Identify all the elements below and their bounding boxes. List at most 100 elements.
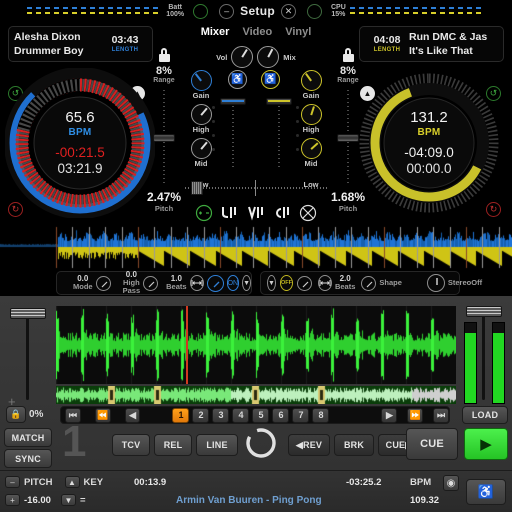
- crossfader-cap[interactable]: [191, 181, 203, 195]
- close-icon: ✕: [284, 5, 293, 16]
- fx-right-off-button[interactable]: OFF: [279, 275, 293, 291]
- chevron-down-icon[interactable]: ▼: [267, 275, 276, 291]
- deck-a-platter[interactable]: 65.6 BPM -00:21.5 03:21.9: [5, 68, 155, 218]
- cue-button[interactable]: CUE: [406, 428, 458, 460]
- fx-left-mode-knob[interactable]: [95, 275, 111, 291]
- deck-a-pitch-fader[interactable]: [150, 90, 178, 186]
- channel-a-gain-knob[interactable]: [190, 70, 212, 91]
- mixer-panel: Mixer Video Vinyl Vol Mix Gain High Mid …: [176, 22, 336, 225]
- jog-wheel-icon[interactable]: [244, 426, 278, 460]
- record-button[interactable]: ◉: [443, 475, 459, 491]
- plus-minus-icon[interactable]: [195, 203, 214, 222]
- fx-right-stereo-label: StereoOff: [447, 278, 483, 288]
- key-up-button[interactable]: ▲: [64, 476, 80, 488]
- cue-button-a[interactable]: ♿: [228, 70, 247, 89]
- monitor-vol-knob[interactable]: [231, 46, 254, 68]
- key-down-button[interactable]: ▼: [60, 494, 76, 506]
- beat-button-1[interactable]: 1: [172, 407, 190, 423]
- beat-button-5[interactable]: 5: [252, 407, 270, 423]
- deck-volume-fader-right-cap[interactable]: [466, 306, 502, 317]
- status-remaining-time: -03:25.2: [346, 477, 382, 488]
- fx-gater-icon[interactable]: [247, 203, 266, 222]
- status-bpm-value: 109.32: [410, 495, 440, 506]
- track-overview-waveform[interactable]: [0, 225, 512, 270]
- cpu-value: 15%: [331, 11, 346, 18]
- channel-a-volume-fader[interactable]: [220, 98, 246, 168]
- headphone-icon: ♿: [477, 484, 495, 499]
- channel-b-mid-knob[interactable]: [300, 138, 322, 159]
- chevron-down-icon[interactable]: ▼: [242, 275, 251, 291]
- step-back-icon[interactable]: ◀: [124, 407, 141, 423]
- rev-button[interactable]: ◀REV: [288, 434, 330, 456]
- channel-b-gain-knob[interactable]: [300, 70, 322, 91]
- pitch-decrease-button[interactable]: –: [5, 476, 20, 488]
- tcv-button[interactable]: TCV: [112, 434, 150, 456]
- deck-pitch-fader-left-cap[interactable]: [10, 308, 46, 319]
- stereo-knob-icon[interactable]: [426, 274, 445, 292]
- beat-button-7[interactable]: 7: [292, 407, 310, 423]
- fx-left-on-button[interactable]: ON: [226, 275, 240, 291]
- step-forward-icon[interactable]: ▶: [381, 407, 398, 423]
- deck-b-pitch-fader-cap[interactable]: [337, 134, 359, 142]
- brk-button[interactable]: BRK: [334, 434, 374, 456]
- fx-left-highpass: 0.0 High Pass: [123, 270, 141, 295]
- cue-button-b[interactable]: ♿: [261, 70, 280, 89]
- close-button[interactable]: ✕: [280, 3, 296, 19]
- deck-a-phase-strip: [27, 5, 163, 17]
- tab-vinyl[interactable]: Vinyl: [285, 26, 311, 38]
- deck-a-pitch-fader-cap[interactable]: [153, 134, 175, 142]
- fx-reverse-icon[interactable]: [273, 203, 292, 222]
- setup-button[interactable]: Setup: [240, 4, 275, 18]
- fx-right-dry-wet-knob[interactable]: [296, 275, 312, 291]
- deck-lock-button[interactable]: 🔒: [6, 406, 26, 423]
- fx-left-highpass-knob[interactable]: [143, 275, 159, 291]
- plus-icon: +: [10, 495, 15, 505]
- monitor-mix-knob[interactable]: [257, 46, 280, 68]
- minimize-button[interactable]: –: [219, 3, 235, 19]
- play-button[interactable]: ▶: [464, 428, 508, 460]
- track-mini-overview[interactable]: [56, 386, 456, 404]
- deck-b-key-lock-icon[interactable]: [342, 48, 355, 62]
- deck-a-length-caption: LENGTH: [111, 46, 139, 53]
- line-button[interactable]: LINE: [196, 434, 238, 456]
- tab-video[interactable]: Video: [242, 26, 272, 38]
- beat-button-4[interactable]: 4: [232, 407, 250, 423]
- main-waveform-display[interactable]: [56, 306, 456, 384]
- match-button[interactable]: MATCH: [4, 428, 52, 447]
- beat-button-2[interactable]: 2: [192, 407, 210, 423]
- headphone-icon: ♿: [264, 74, 277, 85]
- channel-a-high-knob[interactable]: [190, 104, 212, 125]
- deck-b-pitch-fader[interactable]: [334, 90, 362, 186]
- beat-button-6[interactable]: 6: [272, 407, 290, 423]
- deck-a-track-info[interactable]: Alesha Dixon Drummer Boy 03:43 LENGTH: [8, 26, 153, 62]
- deck-a-key-lock-icon[interactable]: [158, 48, 171, 62]
- sync-button[interactable]: SYNC: [4, 449, 52, 468]
- fx-right-shape-knob[interactable]: [361, 275, 377, 291]
- deck-pitch-fader-left[interactable]: [6, 304, 50, 404]
- channel-b-high-knob[interactable]: [300, 104, 322, 125]
- minus-icon: –: [224, 5, 230, 16]
- channel-a-gain-label: Gain: [192, 91, 210, 100]
- fx-filter-icon[interactable]: [221, 203, 240, 222]
- fx-unit-left: 0.0 Mode 0.0 High Pass 1.0 Beats ON ▼: [56, 270, 252, 295]
- fast-forward-icon[interactable]: ⏩: [407, 407, 424, 423]
- channel-a-mid-knob[interactable]: [190, 138, 212, 159]
- beatgrid-icon[interactable]: [317, 275, 332, 291]
- beat-button-8[interactable]: 8: [312, 407, 330, 423]
- channel-b-volume-fader[interactable]: [266, 98, 292, 168]
- tab-mixer[interactable]: Mixer: [201, 26, 230, 38]
- beatgrid-icon[interactable]: [189, 275, 204, 291]
- crossfader[interactable]: [185, 180, 327, 196]
- beat-button-3[interactable]: 3: [212, 407, 230, 423]
- rewind-icon[interactable]: ⏪: [94, 407, 111, 423]
- fx-left-dry-wet-knob[interactable]: [206, 274, 224, 292]
- fx-left-beats-label: Beats: [166, 282, 187, 292]
- headphone-monitor-button[interactable]: ♿: [466, 479, 506, 505]
- rel-button[interactable]: REL: [154, 434, 192, 456]
- skip-end-icon[interactable]: ⏭: [433, 407, 449, 423]
- load-button[interactable]: LOAD: [462, 406, 508, 424]
- deck-b-track-info[interactable]: 04:08 LENGTH Run DMC & Jas It's Like Tha…: [359, 26, 504, 62]
- fx-off-icon[interactable]: [299, 203, 318, 222]
- deck-b-platter[interactable]: 131.2 BPM -04:09.0 00:00.0: [354, 68, 504, 218]
- pitch-increase-button[interactable]: +: [5, 494, 20, 506]
